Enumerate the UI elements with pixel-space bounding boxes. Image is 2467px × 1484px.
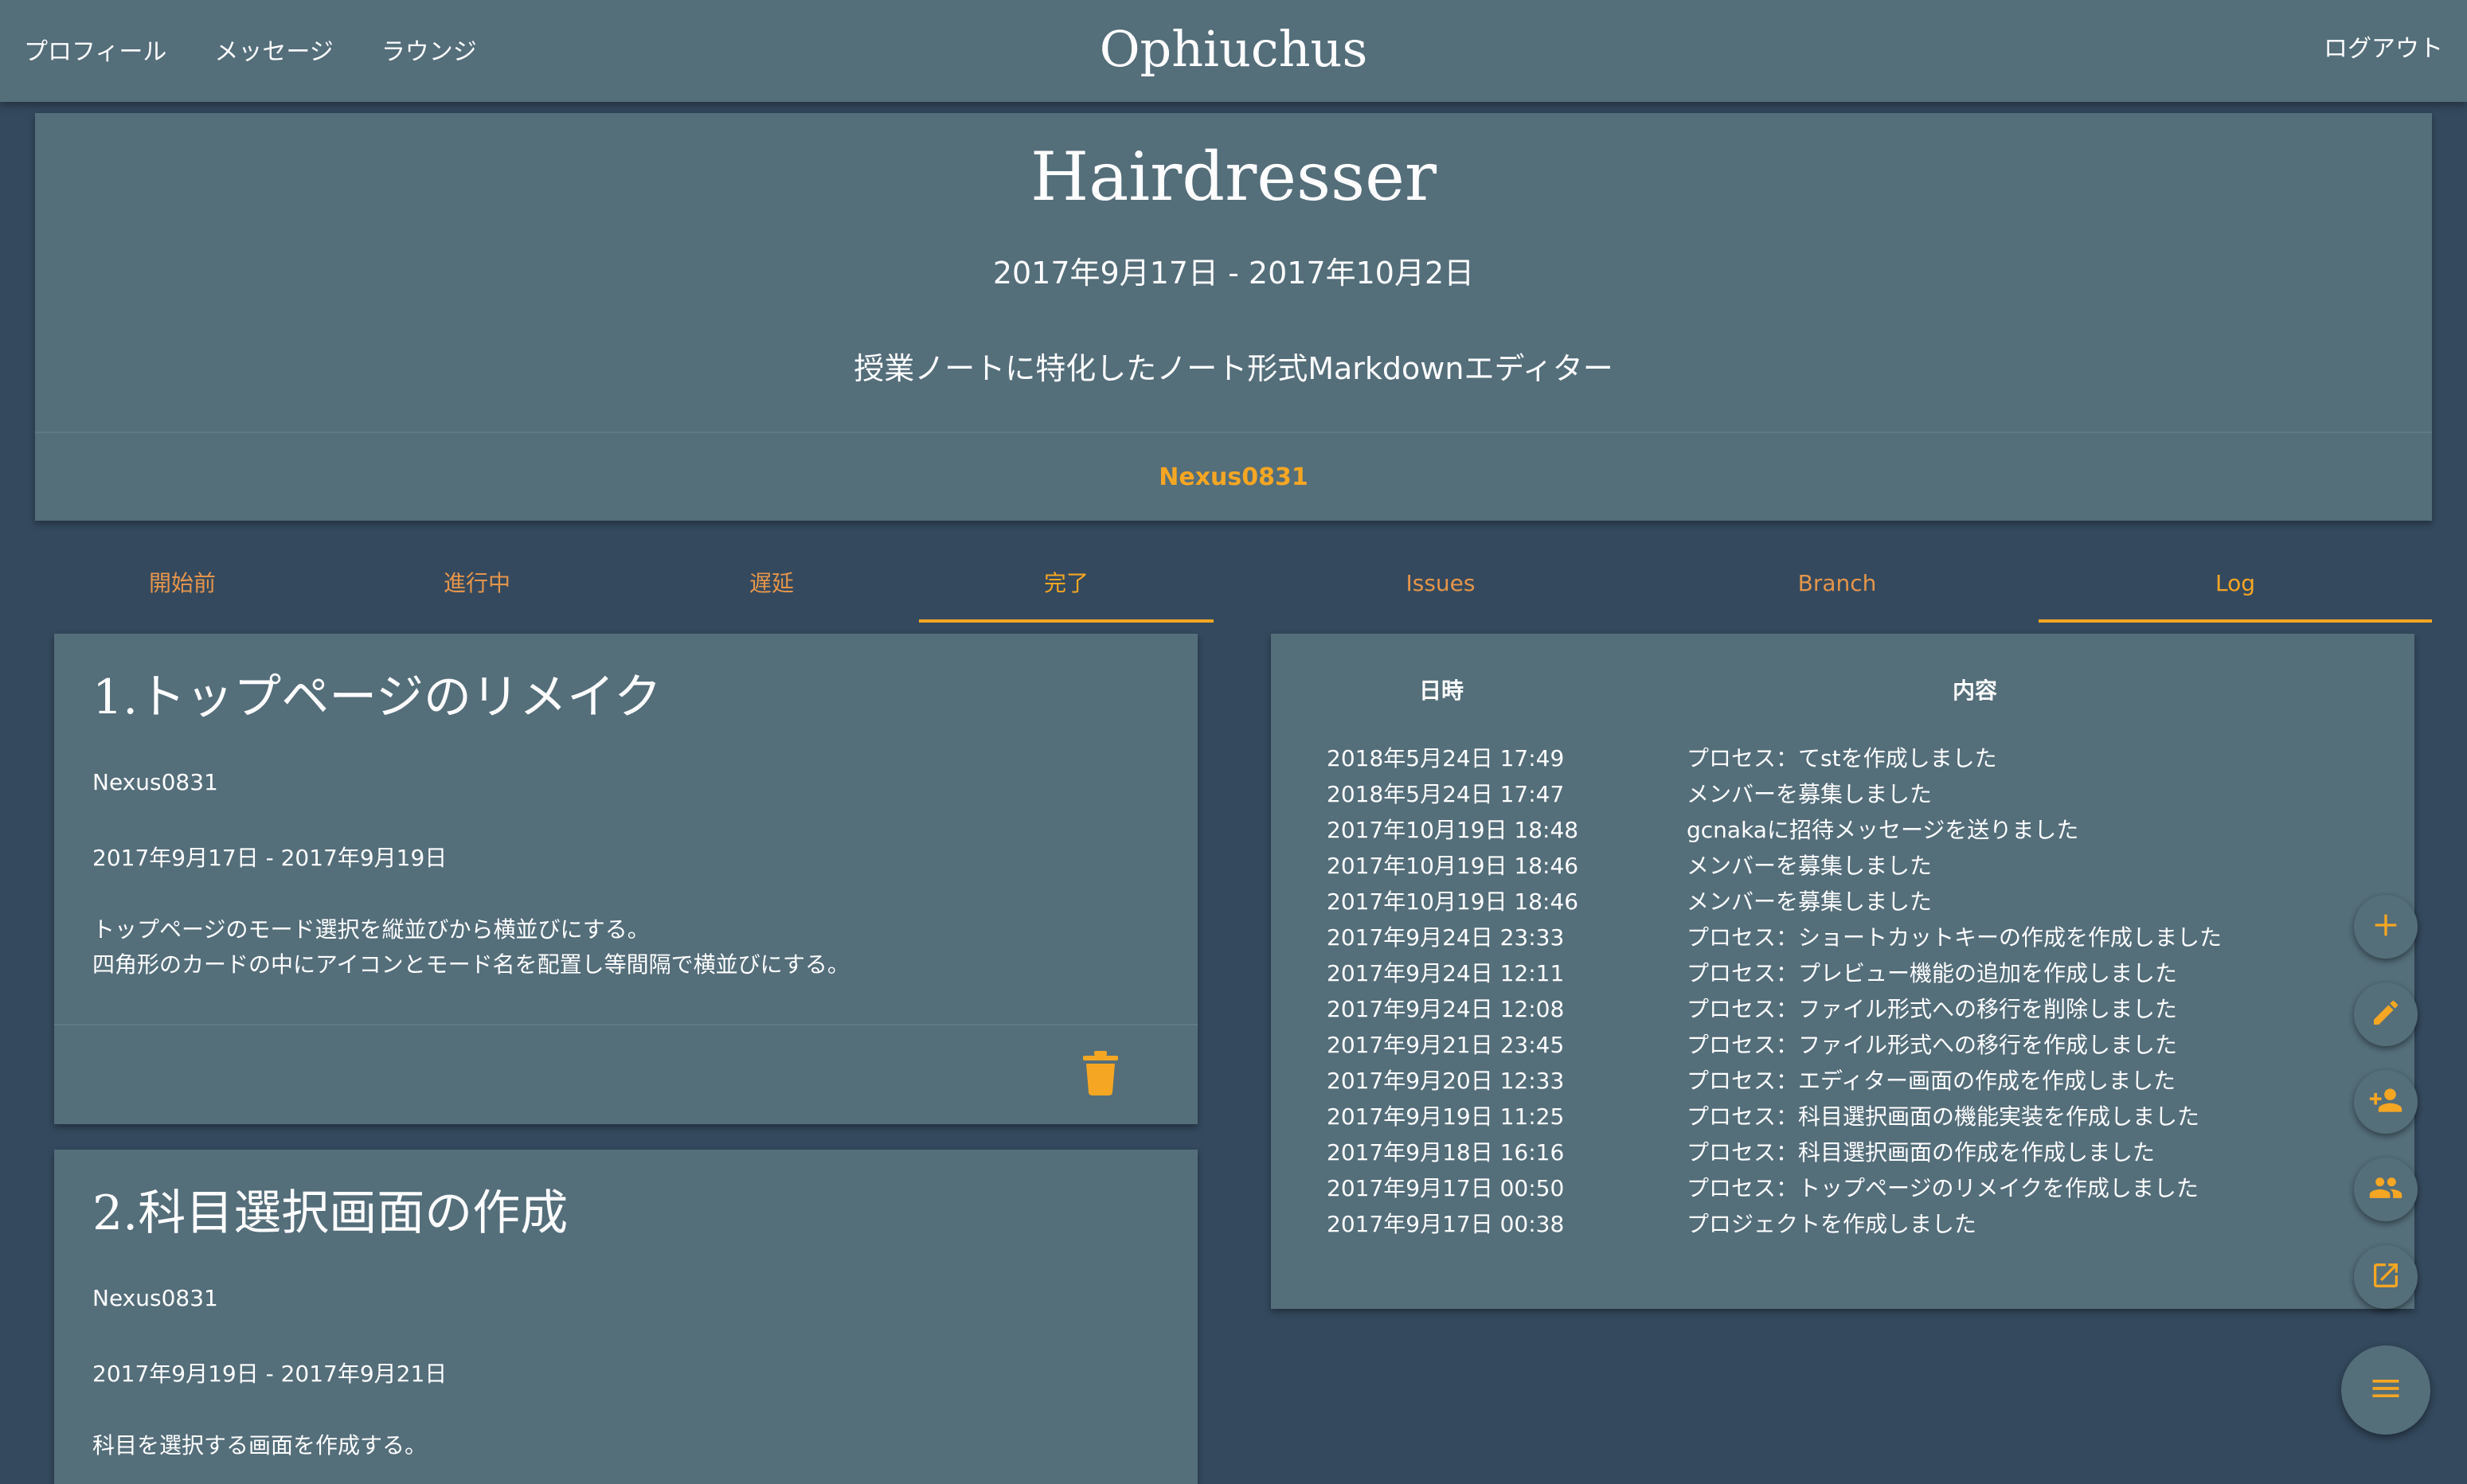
person-add-icon (2368, 1083, 2403, 1121)
top-navbar: プロフィール メッセージ ラウンジ Ophiuchus ログアウト (0, 0, 2467, 102)
log-row: 2017年9月24日 12:08 プロセス：ファイル形式への移行を削除しました (1327, 991, 2222, 1027)
log-content: メンバーを募集しました (1687, 888, 1933, 915)
process-title: 2.科目選択画面の作成 (92, 1185, 569, 1241)
log-row: 2018年5月24日 17:47 メンバーを募集しました (1327, 776, 2222, 812)
log-date: 2018年5月24日 17:49 (1327, 745, 1565, 771)
log-card: 日時 内容 2018年5月24日 17:49 プロセス：てstを作成しました 20… (1271, 634, 2414, 1309)
brand-logo[interactable]: Ophiuchus (0, 0, 2467, 99)
log-date: 2018年5月24日 17:47 (1327, 781, 1565, 807)
process-period: 2017年9月17日 - 2017年9月19日 (92, 845, 448, 871)
log-date: 2017年10月19日 18:46 (1327, 853, 1579, 879)
log-content: プロセス：トップページのリメイクを作成しました (1687, 1175, 2199, 1201)
log-date: 2017年9月20日 12:33 (1327, 1068, 1565, 1094)
log-date: 2017年10月19日 18:48 (1327, 817, 1579, 843)
log-date: 2017年9月17日 00:50 (1327, 1175, 1565, 1201)
add-process-button[interactable] (2354, 895, 2418, 959)
log-content: プロセス：ショートカットキーの作成を作成しました (1687, 924, 2223, 951)
log-content: プロセス：エディター画面の作成を作成しました (1687, 1068, 2176, 1094)
tab-issues[interactable]: Issues (1242, 557, 1639, 623)
log-content: プロセス：ファイル形式への移行を作成しました (1687, 1032, 2178, 1058)
info-tabs: Issues Branch Log (1242, 557, 2432, 623)
log-content: メンバーを募集しました (1687, 781, 1933, 807)
log-content: プロセス：プレビュー機能の追加を作成しました (1687, 960, 2178, 986)
log-row: 2017年9月24日 12:11 プロセス：プレビュー機能の追加を作成しました (1327, 955, 2222, 991)
trash-icon[interactable] (1081, 1051, 1120, 1095)
log-date: 2017年9月19日 11:25 (1327, 1103, 1565, 1130)
log-row: 2017年9月19日 11:25 プロセス：科目選択画面の機能実装を作成しました (1327, 1099, 2222, 1134)
invite-member-button[interactable] (2354, 1070, 2418, 1134)
tab-log[interactable]: Log (2039, 557, 2432, 623)
log-content: プロセス：科目選択画面の作成を作成しました (1687, 1139, 2156, 1166)
open-repository-button[interactable] (2354, 1245, 2418, 1309)
log-table: 2018年5月24日 17:49 プロセス：てstを作成しました 2018年5月2… (1327, 740, 2222, 1242)
log-row: 2017年9月17日 00:38 プロジェクトを作成しました (1327, 1206, 2222, 1242)
log-date: 2017年9月24日 12:08 (1327, 996, 1565, 1022)
project-owner-link[interactable]: Nexus0831 (35, 463, 2432, 491)
log-row: 2017年10月19日 18:46 メンバーを募集しました (1327, 848, 2222, 884)
log-row: 2017年9月20日 12:33 プロセス：エディター画面の作成を作成しました (1327, 1063, 2222, 1099)
status-tabs: 開始前 進行中 遅延 完了 (35, 557, 1214, 623)
process-card: 1.トップページのリメイク Nexus0831 2017年9月17日 - 201… (54, 634, 1198, 1124)
process-owner: Nexus0831 (92, 1285, 218, 1311)
log-content: プロセス：ファイル形式への移行を削除しました (1687, 996, 2178, 1022)
tab-delayed[interactable]: 遅延 (624, 557, 919, 623)
log-header-content: 内容 (1953, 678, 1998, 704)
log-content: プロセス：てstを作成しました (1687, 745, 1997, 771)
process-title: 1.トップページのリメイク (92, 670, 662, 725)
tab-in-progress[interactable]: 進行中 (330, 557, 624, 623)
menu-button[interactable] (2341, 1345, 2430, 1435)
pencil-icon (2370, 997, 2402, 1032)
log-date: 2017年9月21日 23:45 (1327, 1032, 1565, 1058)
log-content: プロセス：科目選択画面の機能実装を作成しました (1687, 1103, 2200, 1130)
log-date: 2017年9月24日 23:33 (1327, 924, 1565, 951)
process-owner: Nexus0831 (92, 769, 218, 795)
log-row: 2017年9月24日 23:33 プロセス：ショートカットキーの作成を作成しました (1327, 920, 2222, 955)
log-content: gcnakaに招待メッセージを送りました (1687, 817, 2079, 843)
project-period: 2017年9月17日 - 2017年10月2日 (992, 256, 1475, 291)
log-content: プロジェクトを作成しました (1687, 1211, 1977, 1237)
open-external-icon (2370, 1259, 2402, 1295)
process-description: 科目を選択する画面を作成する。 (92, 1432, 428, 1459)
log-row: 2017年9月17日 00:50 プロセス：トップページのリメイクを作成しました (1327, 1170, 2222, 1206)
divider (35, 432, 2432, 433)
tab-branch[interactable]: Branch (1639, 557, 2035, 623)
log-date: 2017年9月18日 16:16 (1327, 1139, 1565, 1166)
log-row: 2017年10月19日 18:46 メンバーを募集しました (1327, 884, 2222, 920)
logout-link[interactable]: ログアウト (2324, 0, 2443, 99)
process-description: トップページのモード選択を縦並びから横並びにする。 四角形のカードの中にアイコン… (92, 916, 850, 978)
process-period: 2017年9月19日 - 2017年9月21日 (92, 1361, 448, 1387)
log-row: 2018年5月24日 17:49 プロセス：てstを作成しました (1327, 740, 2222, 776)
log-date: 2017年10月19日 18:46 (1327, 888, 1579, 915)
log-header-date: 日時 (1419, 678, 1464, 704)
log-date: 2017年9月17日 00:38 (1327, 1211, 1565, 1237)
divider (54, 1024, 1198, 1025)
process-card: 2.科目選択画面の作成 Nexus0831 2017年9月19日 - 2017年… (54, 1150, 1198, 1484)
menu-icon (2368, 1371, 2403, 1409)
project-description: 授業ノートに特化したノート形式Markdownエディター (854, 351, 1613, 386)
tab-completed[interactable]: 完了 (919, 557, 1214, 623)
members-button[interactable] (2354, 1158, 2418, 1221)
project-header-card: Hairdresser 2017年9月17日 - 2017年10月2日 授業ノー… (35, 113, 2432, 521)
tab-not-started[interactable]: 開始前 (35, 557, 330, 623)
group-icon (2368, 1170, 2403, 1209)
project-title: Hairdresser (1030, 138, 1437, 216)
plus-icon (2370, 909, 2402, 944)
log-row: 2017年10月19日 18:48 gcnakaに招待メッセージを送りました (1327, 812, 2222, 848)
log-row: 2017年9月18日 16:16 プロセス：科目選択画面の作成を作成しました (1327, 1134, 2222, 1170)
log-content: メンバーを募集しました (1687, 853, 1933, 879)
log-date: 2017年9月24日 12:11 (1327, 960, 1565, 986)
edit-project-button[interactable] (2354, 982, 2418, 1046)
log-row: 2017年9月21日 23:45 プロセス：ファイル形式への移行を作成しました (1327, 1027, 2222, 1063)
